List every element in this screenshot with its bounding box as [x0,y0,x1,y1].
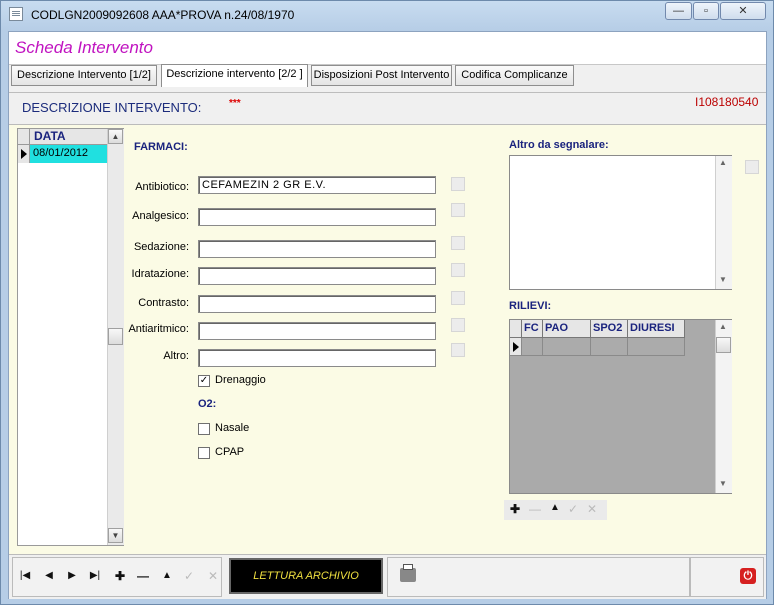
description-stars: *** [229,98,241,109]
tab-descrizione-1[interactable]: Descrizione Intervento [1/2] [11,65,157,86]
analgesico-lookup[interactable] [451,203,465,217]
app-icon [9,7,23,21]
add-icon[interactable]: ✚ [507,502,523,516]
altro-segnalare-label: Altro da segnalare: [509,139,609,151]
nasale-label: Nasale [215,422,250,434]
scroll-down-icon[interactable]: ▼ [719,275,727,284]
last-record-icon[interactable]: ▶| [87,570,103,581]
lettura-archivio-display: LETTURA ARCHIVIO [229,558,383,594]
farmaci-label: FARMACI: [134,141,188,153]
move-up-icon[interactable]: ▲ [159,570,175,581]
add-icon[interactable]: ✚ [112,569,128,583]
rilievi-grid[interactable]: FC PAO SPO2 DIURESI ▲ ▼ [509,319,732,494]
print-group [387,557,690,597]
col-pao[interactable]: PAO [543,320,591,338]
printer-icon[interactable] [400,564,416,582]
antibiotico-label: Antibiotico: [135,181,189,193]
rilievi-nav: ✚ — ▲ ✓ ✕ [504,500,607,520]
rilievi-row-indicator [510,338,522,356]
current-row-arrow-icon [21,149,27,159]
sedazione-lookup[interactable] [451,236,465,250]
idratazione-label: Idratazione: [131,268,189,280]
scroll-thumb[interactable] [716,337,731,353]
contrasto-field[interactable] [198,295,436,313]
tab-descrizione-2[interactable]: Descrizione intervento [2/2 ] [161,64,308,87]
altro-segnalare-lookup[interactable] [745,160,759,174]
altro-segnalare-textarea[interactable]: ▲ ▼ [509,155,732,290]
o2-label: O2: [198,398,217,410]
cell-diuresi[interactable] [628,338,685,356]
rilievi-scrollbar[interactable]: ▲ ▼ [715,320,732,493]
row-indicator [18,145,30,163]
scroll-down-icon[interactable]: ▼ [108,528,123,543]
altro-label: Altro: [163,350,189,362]
main-window: CODLGN2009092608 AAA*PROVA n.24/08/1970 … [0,0,774,605]
antiaritmico-field[interactable] [198,322,436,340]
date-column-header[interactable]: DATA [30,129,108,145]
power-icon[interactable]: ⏻ [740,568,756,584]
altro-lookup[interactable] [451,343,465,357]
maximize-button[interactable]: ▫ [693,2,719,20]
header-band: Scheda Intervento [9,32,766,65]
sedazione-field[interactable] [198,240,436,258]
scroll-up-icon[interactable]: ▲ [108,129,123,144]
cpap-label: CPAP [215,446,245,458]
prev-record-icon[interactable]: ◀ [41,570,57,581]
cell-spo2[interactable] [591,338,628,356]
page-title: Scheda Intervento [15,38,153,57]
cell-pao[interactable] [543,338,591,356]
delete-icon[interactable]: — [135,569,151,583]
antiaritmico-label: Antiaritmico: [128,323,189,335]
date-grid-scrollbar[interactable]: ▲ ▼ [107,129,124,545]
col-spo2[interactable]: SPO2 [591,320,628,338]
textarea-scrollbar[interactable]: ▲ ▼ [715,156,732,289]
next-record-icon[interactable]: ▶ [64,570,80,581]
tab-disposizioni-post[interactable]: Disposizioni Post Intervento [311,65,452,86]
nasale-checkbox[interactable] [198,423,210,435]
delete-icon[interactable]: — [527,502,543,516]
close-button[interactable]: ✕ [720,2,766,20]
title-bar[interactable]: CODLGN2009092608 AAA*PROVA n.24/08/1970 … [1,1,773,27]
date-grid[interactable]: DATA 08/01/2012 ▲ ▼ [17,128,124,546]
scroll-thumb[interactable] [108,328,123,345]
rilievi-corner [510,320,522,338]
idratazione-lookup[interactable] [451,263,465,277]
record-nav-group: |◀ ◀ ▶ ▶| ✚ — ▲ ✓ ✕ [12,557,222,597]
altro-field[interactable] [198,349,436,367]
col-diuresi[interactable]: DIURESI [628,320,685,338]
client-area: Scheda Intervento Descrizione Intervento… [8,31,767,599]
scroll-down-icon[interactable]: ▼ [719,479,727,488]
intervention-code: I108180540 [695,95,759,109]
drenaggio-checkbox[interactable]: ✓ [198,375,210,387]
cancel-icon[interactable]: ✕ [584,502,600,516]
confirm-icon[interactable]: ✓ [565,502,581,516]
drenaggio-label: Drenaggio [215,374,266,386]
tab-codifica-complicanze[interactable]: Codifica Complicanze [455,65,574,86]
antibiotico-lookup[interactable] [451,177,465,191]
scroll-up-icon[interactable]: ▲ [719,322,727,331]
cell-fc[interactable] [522,338,543,356]
antibiotico-field[interactable]: CEFAMEZIN 2 GR E.V. [198,176,436,194]
current-row-arrow-icon [513,342,519,352]
col-fc[interactable]: FC [522,320,543,338]
move-up-icon[interactable]: ▲ [547,502,563,513]
analgesico-field[interactable] [198,208,436,226]
window-title: CODLGN2009092608 AAA*PROVA n.24/08/1970 [31,8,295,22]
grid-corner [18,129,30,145]
rilievi-label: RILIEVI: [509,300,552,312]
cpap-checkbox[interactable] [198,447,210,459]
cancel-icon[interactable]: ✕ [205,569,221,583]
antiaritmico-lookup[interactable] [451,318,465,332]
confirm-icon[interactable]: ✓ [181,569,197,583]
scroll-up-icon[interactable]: ▲ [719,158,727,167]
date-cell[interactable]: 08/01/2012 [30,145,108,163]
contrasto-lookup[interactable] [451,291,465,305]
description-label: DESCRIZIONE INTERVENTO: [22,100,202,115]
analgesico-label: Analgesico: [132,210,189,222]
contrasto-label: Contrasto: [138,297,189,309]
sedazione-label: Sedazione: [133,241,189,253]
minimize-button[interactable]: — [665,2,692,20]
idratazione-field[interactable] [198,267,436,285]
first-record-icon[interactable]: |◀ [17,570,33,581]
